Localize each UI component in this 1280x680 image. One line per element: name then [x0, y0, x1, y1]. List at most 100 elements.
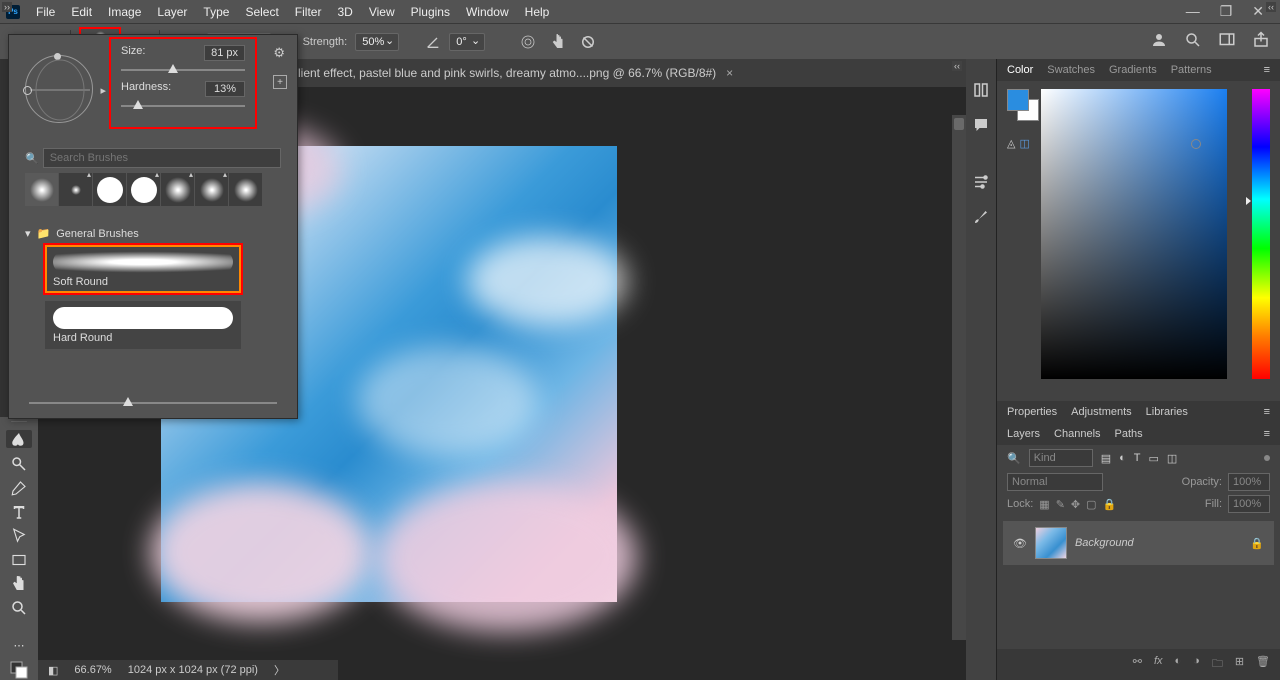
menu-image[interactable]: Image: [100, 5, 149, 19]
warning-icon[interactable]: ◬: [1007, 137, 1015, 150]
recent-brush[interactable]: ▴: [161, 173, 194, 206]
expand-strip-icon[interactable]: ››: [2, 2, 12, 12]
layer-name[interactable]: Background: [1075, 537, 1134, 549]
tool-smudge[interactable]: [6, 430, 32, 448]
foreground-background-colors[interactable]: [6, 660, 32, 680]
tab-color[interactable]: Color: [1007, 64, 1033, 76]
share-icon[interactable]: [1252, 31, 1270, 52]
layer-lock-icon[interactable]: 🔒: [1250, 537, 1264, 550]
window-minimize-icon[interactable]: —: [1186, 3, 1200, 20]
hardness-value[interactable]: 13%: [205, 81, 245, 97]
recent-brush[interactable]: [93, 173, 126, 206]
panel-menu-icon[interactable]: ≡: [1264, 406, 1270, 418]
menu-edit[interactable]: Edit: [63, 5, 100, 19]
menu-plugins[interactable]: Plugins: [403, 5, 458, 19]
expand-panels-icon[interactable]: ‹‹: [1266, 2, 1276, 12]
filter-toggle-icon[interactable]: [1264, 455, 1270, 461]
brush-preview-size-slider[interactable]: [29, 402, 277, 404]
angle-input[interactable]: 0°: [449, 33, 485, 51]
layer-row-background[interactable]: 👁 Background 🔒: [1003, 521, 1274, 565]
tab-swatches[interactable]: Swatches: [1047, 64, 1095, 76]
brush-search-input[interactable]: [43, 148, 281, 168]
menu-filter[interactable]: Filter: [287, 5, 330, 19]
recent-brush[interactable]: ▴: [59, 173, 92, 206]
new-layer-icon[interactable]: ⊞: [1235, 655, 1244, 674]
tool-rectangle[interactable]: [6, 551, 32, 569]
tab-adjustments[interactable]: Adjustments: [1071, 406, 1132, 418]
blend-mode-select[interactable]: Normal: [1007, 473, 1103, 491]
tool-dodge[interactable]: [6, 454, 32, 472]
menu-help[interactable]: Help: [517, 5, 558, 19]
workspace-icon[interactable]: [1218, 31, 1236, 52]
layer-thumbnail[interactable]: [1035, 527, 1067, 559]
group-icon[interactable]: 🗀: [1212, 655, 1223, 674]
menu-select[interactable]: Select: [237, 5, 286, 19]
search-icon[interactable]: [1184, 31, 1202, 52]
layer-fx-icon[interactable]: fx: [1154, 655, 1163, 674]
tab-gradients[interactable]: Gradients: [1109, 64, 1157, 76]
recent-brush[interactable]: ▴: [195, 173, 228, 206]
size-value[interactable]: 81 px: [204, 45, 245, 61]
vertical-scrollbar[interactable]: [952, 115, 966, 640]
tab-layers[interactable]: Layers: [1007, 428, 1040, 440]
brush-angle-control[interactable]: ▸: [25, 55, 93, 123]
sample-all-layers-icon[interactable]: [577, 31, 599, 53]
lock-brush-icon[interactable]: ✎: [1056, 498, 1065, 511]
tool-zoom[interactable]: [6, 599, 32, 617]
brush-preset-hard-round[interactable]: Hard Round: [45, 301, 241, 349]
brush-settings-gear-icon[interactable]: ⚙: [273, 45, 285, 61]
adjustments-icon[interactable]: [972, 173, 990, 194]
tool-pen[interactable]: [6, 479, 32, 497]
pressure-size-icon[interactable]: [517, 31, 539, 53]
filter-pixel-icon[interactable]: ▤: [1101, 452, 1111, 465]
lock-artboard-icon[interactable]: ▢: [1086, 498, 1096, 511]
menu-type[interactable]: Type: [195, 5, 237, 19]
filter-type-icon[interactable]: T: [1134, 452, 1141, 464]
panel-menu-icon[interactable]: ≡: [1264, 428, 1270, 440]
adjustment-layer-icon[interactable]: ◑: [1193, 655, 1200, 674]
brush-group-label[interactable]: General Brushes: [56, 228, 139, 240]
tab-channels[interactable]: Channels: [1054, 428, 1100, 440]
collapse-icon[interactable]: ▾: [25, 227, 31, 240]
zoom-level[interactable]: 66.67%: [74, 664, 111, 676]
expand-right-tabbar-icon[interactable]: ‹‹: [952, 61, 962, 71]
history-icon[interactable]: [972, 81, 990, 102]
foreground-color-swatch[interactable]: [1007, 89, 1029, 111]
panel-menu-icon[interactable]: ≡: [1264, 64, 1270, 76]
tab-properties[interactable]: Properties: [1007, 406, 1057, 418]
lock-all-icon[interactable]: 🔒: [1103, 498, 1117, 511]
fill-input[interactable]: 100%: [1228, 495, 1270, 513]
document-tab[interactable]: lient effect, pastel blue and pink swirl…: [298, 66, 716, 80]
hardness-slider[interactable]: [121, 105, 245, 107]
quickmask-icon[interactable]: ◧: [48, 664, 58, 677]
lock-pixels-icon[interactable]: ▦: [1039, 498, 1049, 511]
window-close-icon[interactable]: ✕: [1252, 3, 1264, 20]
filter-kind-select[interactable]: Kind: [1029, 449, 1093, 467]
close-tab-icon[interactable]: ×: [726, 66, 733, 80]
tool-path-select[interactable]: [6, 527, 32, 545]
color-field[interactable]: [1041, 89, 1227, 379]
brushes-icon[interactable]: [972, 208, 990, 229]
tab-patterns[interactable]: Patterns: [1171, 64, 1212, 76]
size-slider[interactable]: [121, 69, 245, 71]
cube-icon[interactable]: ◫: [1019, 137, 1029, 150]
tool-edit-toolbar[interactable]: ⋯: [6, 636, 32, 654]
tab-libraries[interactable]: Libraries: [1146, 406, 1188, 418]
menu-layer[interactable]: Layer: [149, 5, 195, 19]
filter-shape-icon[interactable]: ▭: [1149, 452, 1159, 465]
delete-layer-icon[interactable]: 🗑: [1256, 655, 1270, 674]
filter-adjust-icon[interactable]: ◐: [1119, 452, 1126, 464]
tool-hand[interactable]: [6, 575, 32, 593]
new-brush-preset-icon[interactable]: +: [273, 75, 287, 89]
window-restore-icon[interactable]: ❐: [1220, 3, 1233, 20]
brush-preset-soft-round[interactable]: Soft Round: [45, 245, 241, 293]
layer-mask-icon[interactable]: ◐: [1175, 655, 1182, 674]
hue-slider[interactable]: [1252, 89, 1270, 379]
filter-search-icon[interactable]: 🔍: [1007, 452, 1021, 465]
recent-brush[interactable]: ▴: [127, 173, 160, 206]
layer-visibility-icon[interactable]: 👁: [1013, 537, 1027, 550]
lock-position-icon[interactable]: ✥: [1071, 498, 1080, 511]
menu-view[interactable]: View: [361, 5, 403, 19]
opacity-input[interactable]: 100%: [1228, 473, 1270, 491]
cloud-docs-icon[interactable]: [1150, 31, 1168, 52]
